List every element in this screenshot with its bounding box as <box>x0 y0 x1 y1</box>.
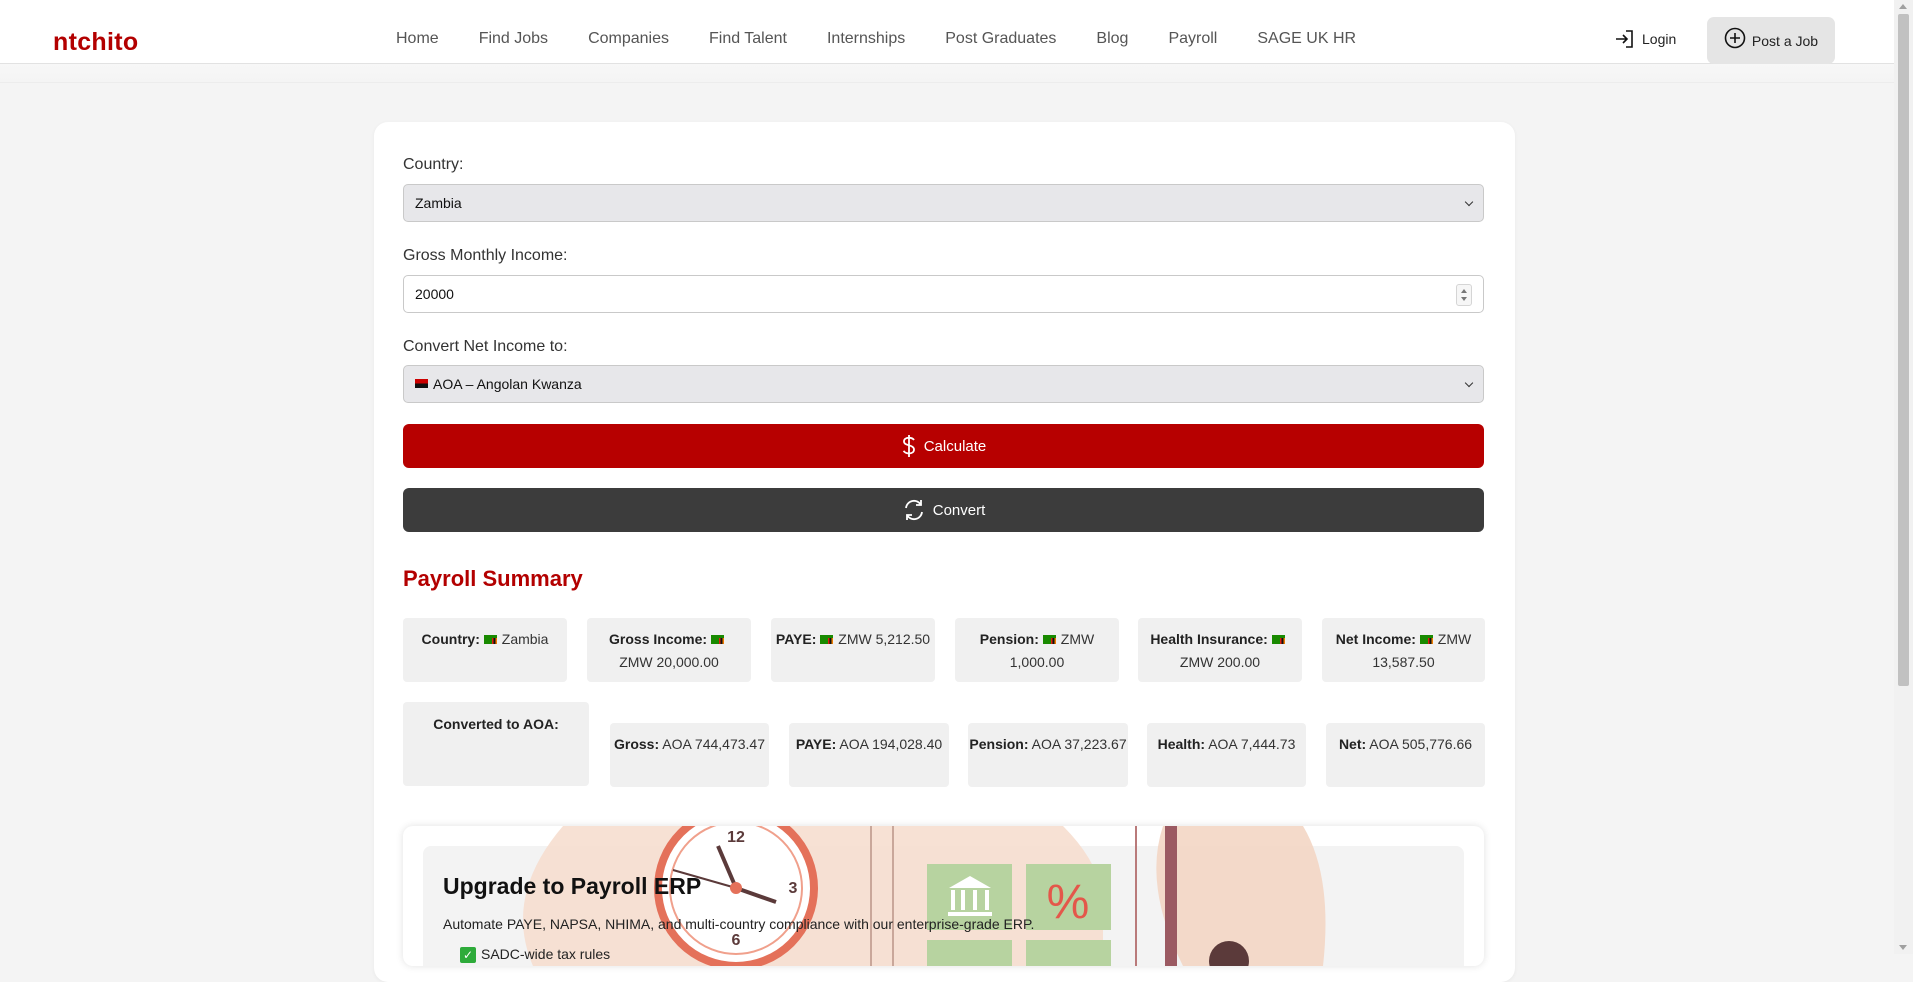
zambia-flag-icon <box>710 634 724 644</box>
nav-payroll[interactable]: Payroll <box>1168 30 1217 48</box>
converted-pension-value: AOA 37,223.67 <box>1031 736 1127 752</box>
nav-home[interactable]: Home <box>396 30 439 48</box>
banner-title: Upgrade to Payroll ERP <box>443 873 702 899</box>
payroll-summary-title: Payroll Summary <box>403 566 583 591</box>
header-divider <box>0 64 1894 83</box>
scroll-up-icon[interactable] <box>1899 4 1907 9</box>
summary-health-insurance: Health Insurance: ZMW 200.00 <box>1138 618 1302 682</box>
converted-net-label: Net: <box>1338 736 1367 752</box>
summary-health-value: ZMW 200.00 <box>1179 654 1261 670</box>
nav-companies[interactable]: Companies <box>588 30 669 48</box>
nav-find-jobs[interactable]: Find Jobs <box>479 30 548 48</box>
chevron-down-icon <box>1464 378 1474 388</box>
convert-button[interactable]: Convert <box>403 488 1484 532</box>
zambia-flag-icon <box>483 634 497 644</box>
zambia-flag-icon <box>1419 634 1433 644</box>
angola-flag-icon <box>415 378 428 388</box>
converted-health: Health: AOA 7,444.73 <box>1147 723 1306 787</box>
summary-gross-income: Gross Income: ZMW 20,000.00 <box>587 618 751 682</box>
clock-number-12: 12 <box>727 829 745 846</box>
country-select-value: Zambia <box>415 195 462 211</box>
nav-find-talent[interactable]: Find Talent <box>709 30 787 48</box>
site-header: ntchito Home Find Jobs Companies Find Ta… <box>0 0 1894 64</box>
summary-net-income: Net Income: ZMW 13,587.50 <box>1322 618 1485 682</box>
zambia-flag-icon <box>1271 634 1285 644</box>
number-spinner[interactable] <box>1456 284 1472 306</box>
convert-label: Convert <box>932 501 986 519</box>
summary-country-value: Zambia <box>501 631 549 647</box>
income-label: Gross Monthly Income: <box>403 247 568 264</box>
converted-heading-box: Converted to AOA: <box>403 702 589 786</box>
gross-income-input[interactable]: 20000 <box>403 275 1484 313</box>
login-label: Login <box>1642 31 1677 47</box>
scroll-down-icon[interactable] <box>1899 945 1907 950</box>
post-a-job-button[interactable]: Post a Job <box>1707 17 1835 64</box>
converted-gross-value: AOA 744,473.47 <box>662 736 765 752</box>
zambia-flag-icon <box>1042 634 1056 644</box>
converted-net: Net: AOA 505,776.66 <box>1326 723 1485 787</box>
percent-symbol: % <box>1047 876 1090 929</box>
converted-pension: Pension: AOA 37,223.67 <box>968 723 1128 787</box>
chevron-down-icon <box>1464 197 1474 207</box>
zambia-flag-icon <box>820 634 834 644</box>
banner-subtitle: Automate PAYE, NAPSA, NHIMA, and multi-c… <box>443 916 1035 932</box>
convert-label: Convert Net Income to: <box>403 338 568 355</box>
converted-paye-value: AOA 194,028.40 <box>839 736 943 752</box>
currency-select[interactable]: AOA – Angolan Kwanza <box>403 365 1484 403</box>
clock-number-3: 3 <box>789 880 798 897</box>
country-label: Country: <box>403 156 464 173</box>
summary-health-label: Health Insurance: <box>1150 631 1268 647</box>
converted-paye-label: PAYE: <box>795 736 837 752</box>
summary-paye: PAYE: ZMW 5,212.50 <box>771 618 935 682</box>
summary-net-label: Net Income: <box>1335 631 1416 647</box>
converted-pension-label: Pension: <box>969 736 1029 752</box>
banner-feature-item: ✓ SADC-wide tax rules <box>460 946 610 963</box>
summary-paye-value: ZMW 5,212.50 <box>838 631 931 647</box>
summary-country-label: Country: <box>421 631 480 647</box>
summary-country: Country: Zambia <box>403 618 567 682</box>
main-nav: Home Find Jobs Companies Find Talent Int… <box>396 30 1396 48</box>
site-logo[interactable]: ntchito <box>53 28 138 57</box>
converted-net-value: AOA 505,776.66 <box>1369 736 1473 752</box>
summary-gross-label: Gross Income: <box>609 631 708 647</box>
calculate-label: Calculate <box>923 437 987 455</box>
converted-health-label: Health: <box>1157 736 1206 752</box>
login-icon <box>1616 30 1633 48</box>
nav-post-graduates[interactable]: Post Graduates <box>945 30 1056 48</box>
country-select[interactable]: Zambia <box>403 184 1484 222</box>
checkmark-icon: ✓ <box>460 947 476 963</box>
converted-paye: PAYE: AOA 194,028.40 <box>789 723 949 787</box>
summary-paye-label: PAYE: <box>775 631 817 647</box>
post-a-job-label: Post a Job <box>1751 32 1819 49</box>
banner-feature-text: SADC-wide tax rules <box>481 946 611 962</box>
scroll-thumb[interactable] <box>1898 14 1909 686</box>
converted-health-value: AOA 7,444.73 <box>1208 736 1296 752</box>
converted-gross: Gross: AOA 744,473.47 <box>610 723 769 787</box>
converted-gross-label: Gross: <box>613 736 660 752</box>
currency-select-value: AOA – Angolan Kwanza <box>433 376 582 392</box>
summary-pension: Pension: ZMW 1,000.00 <box>955 618 1119 682</box>
gross-income-value: 20000 <box>415 286 454 302</box>
page-scrollbar[interactable] <box>1894 0 1913 954</box>
plus-circle-icon <box>1724 27 1746 48</box>
refresh-icon <box>904 499 923 521</box>
summary-pension-label: Pension: <box>979 631 1039 647</box>
converted-label: Converted to AOA: <box>433 716 559 732</box>
dollar-icon <box>902 435 915 457</box>
nav-internships[interactable]: Internships <box>827 30 905 48</box>
nav-blog[interactable]: Blog <box>1096 30 1128 48</box>
clock-number-6: 6 <box>732 932 741 949</box>
calculate-button[interactable]: Calculate <box>403 424 1484 468</box>
login-link[interactable]: Login <box>1614 28 1676 50</box>
summary-gross-value: ZMW 20,000.00 <box>619 654 719 670</box>
nav-sage-uk-hr[interactable]: SAGE UK HR <box>1257 30 1356 48</box>
